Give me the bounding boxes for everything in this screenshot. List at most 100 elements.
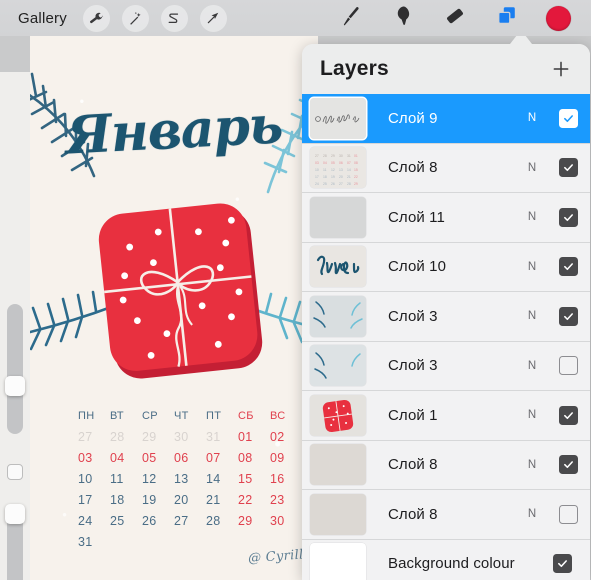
layer-thumbnail-blank[interactable] (310, 444, 366, 486)
layer-thumbnail-branches[interactable] (310, 295, 366, 337)
layer-visibility-checkbox[interactable] (559, 356, 578, 376)
layer-visibility-checkbox[interactable] (559, 405, 578, 425)
calendar-day: 03 (78, 451, 93, 465)
opacity-slider-knob[interactable] (5, 504, 25, 524)
svg-text:31: 31 (347, 154, 351, 158)
layer-thumbnail-blank[interactable] (310, 493, 366, 535)
layer-blend-mode[interactable]: N (521, 360, 543, 372)
calendar-day: 29 (142, 430, 157, 444)
layers-panel-header: Layers (302, 44, 590, 94)
smudge-button[interactable] (390, 5, 416, 31)
layer-row[interactable]: Слой 8 N (302, 490, 590, 540)
check-icon (564, 312, 573, 320)
calendar-day: 15 (238, 472, 253, 486)
layer-thumbnail-calendar[interactable]: 27 28 29 30 31 01 03 04 05 06 07 08 15 22 29 10 11… (310, 147, 366, 189)
brush-size-slider[interactable] (5, 304, 25, 434)
layer-visibility-checkbox[interactable] (559, 207, 578, 227)
calendar-day: 09 (270, 451, 285, 465)
svg-text:28: 28 (347, 182, 351, 186)
transform-button[interactable] (199, 4, 227, 32)
layer-thumbnail-lettering[interactable] (310, 246, 366, 288)
calendar-day: 30 (174, 430, 189, 444)
layer-thumbnail-blank[interactable] (310, 196, 366, 238)
calendar-day: 31 (206, 430, 221, 444)
layer-row[interactable]: Слой 3 N (302, 292, 590, 342)
weekday-header: СР (142, 410, 158, 422)
layers-panel-title: Layers (320, 57, 389, 80)
svg-text:08: 08 (354, 161, 358, 165)
layer-visibility-checkbox[interactable] (559, 306, 578, 326)
layers-button[interactable] (494, 5, 520, 31)
calendar-day: 06 (174, 451, 189, 465)
gallery-button[interactable]: Gallery (14, 8, 71, 29)
eraser-button[interactable] (442, 5, 468, 31)
check-icon (557, 560, 567, 568)
svg-text:13: 13 (339, 168, 343, 172)
layer-row[interactable]: Слой 9 N (302, 94, 590, 144)
layer-visibility-checkbox[interactable] (552, 554, 572, 574)
check-icon (564, 411, 573, 419)
layer-name: Слой 8 (388, 159, 438, 177)
calendar-week-row: 27 28 29 30 31 01 02 (78, 427, 306, 448)
calendar-day: 02 (270, 430, 285, 444)
layer-blend-mode[interactable]: N (521, 261, 543, 273)
layer-name: Слой 9 (388, 109, 438, 127)
layer-row[interactable]: 27 28 29 30 31 01 03 04 05 06 07 08 15 22 29 10 11… (302, 143, 590, 193)
weekend-header: СБ (238, 410, 254, 422)
layer-thumbnail-branches[interactable] (310, 345, 366, 387)
layer-visibility-checkbox[interactable] (559, 108, 578, 128)
artboard[interactable]: Январь ПН ВТ СР ЧТ ПТ СБ ВС 27 28 29 30 (30, 36, 318, 580)
svg-text:14: 14 (347, 168, 351, 172)
brush-size-slider-knob[interactable] (5, 376, 25, 396)
calendar-day: 20 (174, 493, 189, 507)
layer-thumbnail-gift[interactable] (310, 394, 366, 436)
calendar-day: 27 (78, 430, 93, 444)
paint-brush-button[interactable] (338, 5, 364, 31)
calendar-day: 05 (142, 451, 157, 465)
layer-row-background[interactable]: Background colour (302, 539, 590, 580)
layer-row[interactable]: Слой 1 N (302, 391, 590, 441)
layer-blend-mode[interactable]: N (521, 211, 543, 223)
weekend-header: ВС (270, 410, 286, 422)
layer-blend-mode[interactable]: N (521, 162, 543, 174)
calendar-day: 29 (238, 514, 253, 528)
opacity-slider[interactable] (5, 504, 25, 580)
calendar-day: 28 (206, 514, 221, 528)
selection-button[interactable] (160, 4, 188, 32)
modify-button[interactable] (7, 464, 23, 480)
layer-row[interactable]: Слой 8 N (302, 440, 590, 490)
adjustments-wand-button[interactable] (121, 4, 149, 32)
layer-visibility-checkbox[interactable] (559, 504, 578, 524)
layer-visibility-checkbox[interactable] (559, 158, 578, 178)
layer-blend-mode[interactable]: N (521, 112, 543, 124)
svg-text:27: 27 (339, 182, 343, 186)
layer-blend-mode[interactable]: N (521, 409, 543, 421)
layer-thumbnail-signature[interactable] (310, 97, 366, 139)
layer-thumbnail-background[interactable] (310, 543, 366, 580)
toolbar-left-group: Gallery (0, 4, 227, 32)
calendar-day: 24 (78, 514, 93, 528)
svg-text:25: 25 (323, 182, 327, 186)
check-icon (564, 164, 573, 172)
layer-visibility-checkbox[interactable] (559, 455, 578, 475)
add-layer-button[interactable] (548, 56, 574, 82)
svg-text:07: 07 (347, 161, 351, 165)
calendar-day: 04 (110, 451, 125, 465)
layer-row[interactable]: Слой 10 N (302, 242, 590, 292)
layer-blend-mode[interactable]: N (521, 459, 543, 471)
layer-row[interactable]: Слой 3 N (302, 341, 590, 391)
svg-text:06: 06 (339, 161, 343, 165)
layer-blend-mode[interactable]: N (521, 508, 543, 520)
calendar-week-row: 03 04 05 06 07 08 09 (78, 448, 306, 469)
layer-row[interactable]: Слой 11 N (302, 193, 590, 243)
svg-text:29: 29 (331, 154, 335, 158)
layer-visibility-checkbox[interactable] (559, 257, 578, 277)
weekday-header: ПН (78, 410, 95, 422)
calendar-day-empty (110, 532, 142, 553)
color-swatch-button[interactable] (546, 5, 571, 31)
calendar-week-row: 10 11 12 13 14 15 16 (78, 469, 306, 490)
layer-list[interactable]: Слой 9 N 27 28 29 30 31 01 03 04 05 06 0… (302, 94, 590, 580)
procreate-app-window: Gallery Январь ПН ВТ СР ЧТ ПТ СБ ВС 27 2… (0, 0, 591, 580)
actions-wrench-button[interactable] (82, 4, 110, 32)
layer-blend-mode[interactable]: N (521, 310, 543, 322)
